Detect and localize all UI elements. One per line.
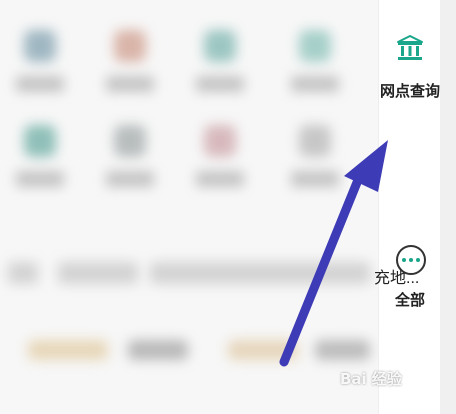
right-edge-panel — [440, 0, 456, 414]
right-sidebar: 网点查询 全部 — [378, 0, 440, 414]
app-icon — [204, 125, 236, 157]
watermark: Bai 经验 — [340, 370, 402, 388]
blurred-chip — [28, 340, 108, 360]
grid-item[interactable] — [285, 30, 345, 120]
blurred-chip — [315, 340, 370, 360]
sidebar-item-label: 全部 — [394, 292, 425, 309]
truncated-text: 充地... — [374, 270, 420, 287]
grid-item[interactable] — [190, 30, 250, 120]
blurred-text — [150, 262, 370, 284]
app-icon — [24, 125, 56, 157]
bank-building-icon — [397, 35, 423, 60]
grid-item[interactable] — [100, 125, 160, 215]
app-label — [16, 171, 64, 187]
app-icon — [299, 30, 331, 62]
blurred-chip — [128, 340, 188, 360]
blurred-chip — [228, 340, 298, 360]
grid-item[interactable] — [100, 30, 160, 120]
app-icon — [299, 125, 331, 157]
sidebar-item-branch-query[interactable]: 网点查询 — [379, 0, 441, 110]
sidebar-item-all[interactable]: 全部 — [379, 115, 441, 309]
app-icon — [24, 30, 56, 62]
grid-item[interactable] — [190, 125, 250, 215]
app-label — [196, 171, 244, 187]
sidebar-item-label: 网点查询 — [379, 83, 440, 100]
app-label — [106, 171, 154, 187]
grid-item[interactable] — [285, 125, 345, 215]
app-icon — [114, 30, 146, 62]
app-icon — [114, 125, 146, 157]
app-label — [291, 171, 339, 187]
app-label — [196, 76, 244, 92]
grid-item[interactable] — [10, 125, 70, 215]
app-label — [106, 76, 154, 92]
app-label — [16, 76, 64, 92]
blurred-app-content — [0, 0, 378, 414]
blurred-text — [8, 262, 38, 284]
blurred-text — [58, 262, 138, 284]
app-icon — [204, 30, 236, 62]
grid-item[interactable] — [10, 30, 70, 120]
app-label — [291, 76, 339, 92]
